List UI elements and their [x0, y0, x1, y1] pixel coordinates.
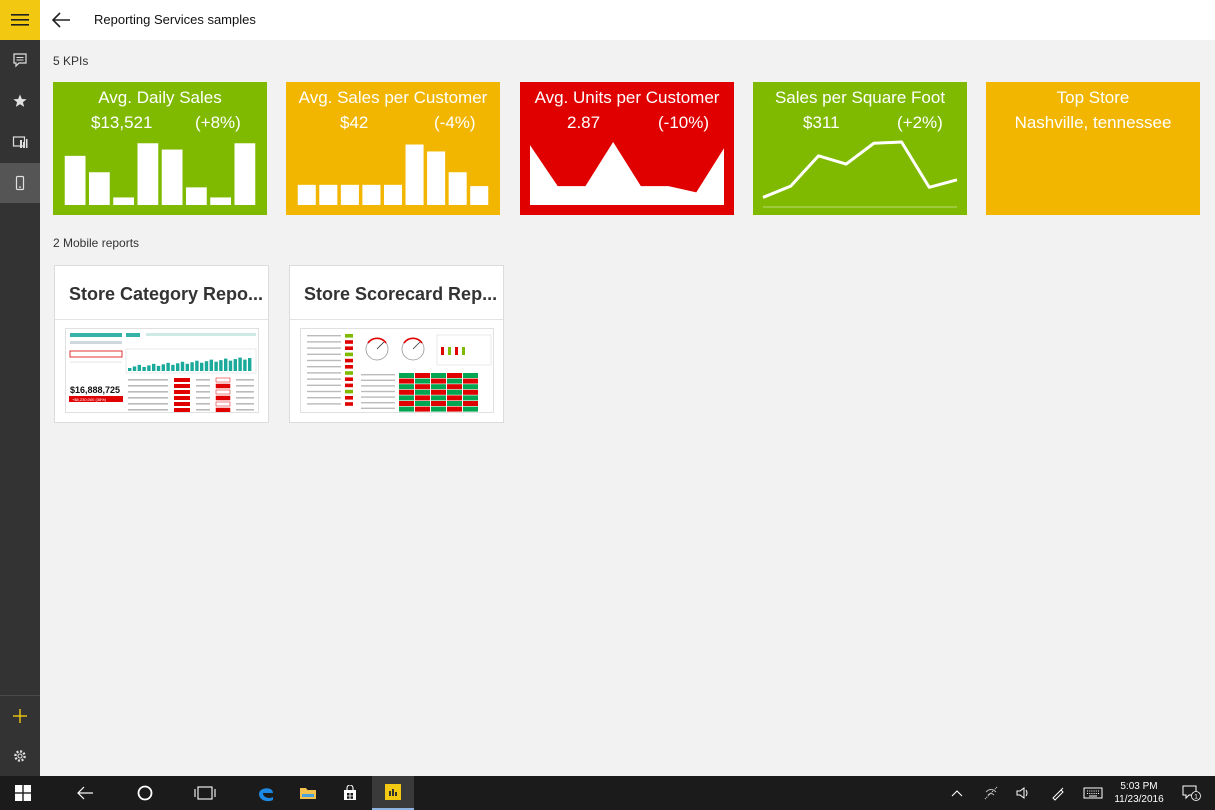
report-thumb-sub: +$8,230,000 (38%): [72, 397, 107, 402]
comments-nav-button[interactable]: [0, 40, 40, 80]
edge-browser-button[interactable]: [244, 776, 288, 810]
report-thumb-value: $16,888,725: [70, 385, 120, 395]
report-thumbnail: $16,888,725 +$8,230,000 (38%): [65, 328, 259, 413]
kpi-sparkline: [297, 144, 489, 205]
task-view-icon: [194, 786, 216, 800]
back-arrow-icon: [51, 12, 70, 28]
report-thumbnail: [300, 328, 494, 413]
kpi-bar: [383, 184, 403, 205]
kpi-sparkline: [64, 143, 256, 205]
reports-nav-button[interactable]: [0, 122, 40, 162]
volume-tray-button[interactable]: [1012, 776, 1034, 810]
kpi-bar: [186, 187, 207, 205]
kpi-bar: [340, 184, 359, 205]
report-thumbnail-art: [307, 334, 492, 412]
kpi-bar: [161, 149, 183, 205]
kpi-bar: [113, 197, 134, 205]
kpi-section-label: 5 KPIs: [53, 54, 89, 68]
mobile-reports-nav-button[interactable]: [0, 163, 40, 203]
network-tray-button[interactable]: [980, 776, 1002, 810]
app-header: Reporting Services samples: [40, 0, 1215, 40]
gear-icon: [14, 750, 26, 762]
report-title: Store Scorecard Rep...: [304, 284, 498, 304]
kpi-bar: [319, 184, 338, 205]
kpi-bar: [64, 155, 86, 205]
kpi-bar: [405, 144, 424, 205]
add-button[interactable]: [0, 696, 40, 736]
file-explorer-button[interactable]: [288, 776, 328, 810]
kpi-tile-top-store[interactable]: Top Store Nashville, tennessee: [986, 82, 1200, 215]
kpi-area: [530, 142, 724, 205]
keyboard-icon: [1083, 787, 1103, 799]
clock-date: 11/23/2016: [1114, 794, 1164, 805]
settings-button[interactable]: [0, 736, 40, 776]
kpi-bar: [210, 197, 231, 205]
kpi-line: [762, 140, 958, 199]
show-hidden-icons-button[interactable]: [946, 776, 968, 810]
hamburger-icon: [11, 14, 29, 26]
kpi-subtitle: Nashville, tennessee: [1014, 113, 1172, 132]
edge-icon: [259, 788, 273, 802]
windows-taskbar: 5:03 PM 11/23/2016 1: [0, 776, 1215, 810]
touch-keyboard-button[interactable]: [1080, 776, 1106, 810]
star-icon: [13, 94, 27, 107]
notification-icon: 1: [1182, 785, 1201, 801]
notification-count: 1: [1194, 793, 1198, 800]
kpi-tile-avg-sales-per-customer[interactable]: Avg. Sales per Customer $42 (-4%): [286, 82, 500, 215]
report-title: Store Category Repo...: [69, 284, 264, 304]
wifi-icon: [984, 786, 998, 800]
kpi-bar: [470, 186, 489, 205]
page-title: Reporting Services samples: [94, 12, 256, 27]
reports-icon: [12, 136, 28, 148]
report-divider: [55, 319, 268, 320]
kpi-bar: [427, 151, 446, 205]
report-divider: [290, 319, 503, 320]
hamburger-menu-button[interactable]: [0, 0, 40, 40]
kpi-bar: [137, 143, 159, 205]
kpi-sparkline: [530, 142, 724, 205]
kpi-bar: [89, 172, 110, 205]
reports-section-label: 2 Mobile reports: [53, 236, 140, 250]
report-card-store-scorecard[interactable]: Store Scorecard Rep...: [289, 265, 504, 423]
kpi-sparkline: [762, 140, 958, 208]
store-button[interactable]: [330, 776, 370, 810]
report-thumbnail-art: $16,888,725 +$8,230,000 (38%): [69, 333, 257, 412]
kpi-tile-avg-daily-sales[interactable]: Avg. Daily Sales $13,521 (+8%): [53, 82, 267, 215]
taskbar-back-button[interactable]: [62, 776, 108, 810]
store-bag-icon: [344, 785, 356, 800]
left-nav-rail: [0, 0, 40, 776]
kpi-bar: [297, 184, 316, 205]
cortana-circle-icon: [137, 785, 153, 801]
kpi-title: Top Store: [1056, 88, 1130, 107]
power-bi-taskbar-button[interactable]: [372, 776, 414, 810]
pen-icon: [1052, 787, 1064, 801]
taskbar-clock[interactable]: 5:03 PM 11/23/2016: [1110, 780, 1168, 806]
start-button[interactable]: [0, 776, 46, 810]
back-arrow-icon: [77, 786, 93, 800]
kpi-bar: [448, 172, 467, 205]
chat-icon: [13, 53, 27, 68]
action-center-button[interactable]: 1: [1176, 776, 1206, 810]
folder-icon: [300, 788, 316, 799]
mobile-icon: [15, 175, 25, 191]
plus-icon: [13, 709, 27, 723]
kpi-tile-avg-units-per-customer[interactable]: Avg. Units per Customer 2.87 (-10%): [520, 82, 734, 215]
report-card-store-category[interactable]: Store Category Repo... $16,888,725 +$8,2…: [54, 265, 269, 423]
kpi-bar: [362, 184, 381, 205]
back-button[interactable]: [50, 8, 74, 32]
kpi-bar: [234, 143, 256, 205]
chevron-up-icon: [951, 790, 963, 797]
pen-tray-button[interactable]: [1046, 776, 1070, 810]
task-view-button[interactable]: [182, 776, 228, 810]
favorites-nav-button[interactable]: [0, 81, 40, 121]
power-bi-icon: [385, 784, 401, 800]
windows-logo-icon: [15, 785, 31, 801]
clock-time: 5:03 PM: [1120, 781, 1158, 792]
speaker-icon: [1016, 787, 1028, 799]
kpi-tile-sales-per-square-foot[interactable]: Sales per Square Foot $311 (+2%): [753, 82, 967, 215]
cortana-button[interactable]: [122, 776, 168, 810]
